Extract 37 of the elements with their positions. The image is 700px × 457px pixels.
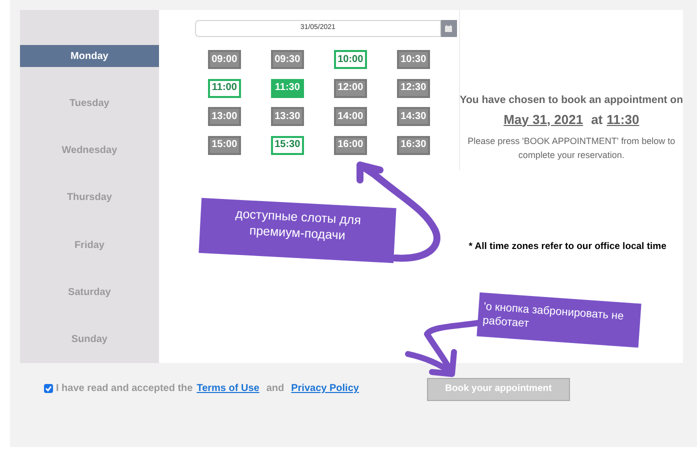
time-slot[interactable]: 14:30 (396, 107, 430, 126)
calendar-button[interactable] (440, 20, 457, 37)
chosen-time: 11:30 (606, 110, 640, 128)
time-slot[interactable]: 15:00 (208, 136, 241, 154)
consent-text: I have read and accepted the (56, 382, 193, 396)
day-tab[interactable]: Sunday (20, 328, 159, 351)
time-slot[interactable]: 11:30 (270, 78, 304, 98)
time-slot[interactable]: 16:30 (396, 136, 430, 154)
at-label: at (591, 110, 603, 128)
day-tab[interactable]: Thursday (20, 186, 159, 209)
time-slot[interactable]: 11:00 (208, 78, 241, 98)
time-slot[interactable]: 12:00 (334, 78, 367, 98)
time-slot[interactable]: 12:30 (396, 78, 430, 98)
terms-link[interactable]: Terms of Use (196, 381, 260, 396)
timezone-note: * All time zones refer to our office local time (468, 240, 668, 254)
time-slot[interactable]: 16:00 (334, 136, 367, 154)
consent-checkbox[interactable] (44, 384, 53, 393)
time-slot[interactable]: 15:30 (270, 136, 304, 154)
day-tab[interactable]: Monday (20, 45, 159, 67)
day-tab[interactable]: Tuesday (20, 92, 159, 114)
time-slot[interactable]: 14:00 (334, 107, 367, 126)
calendar-icon (445, 25, 452, 32)
day-tab[interactable]: Friday (20, 234, 159, 256)
time-slot[interactable]: 10:00 (334, 50, 367, 69)
privacy-link[interactable]: Privacy Policy (291, 381, 359, 396)
chosen-date: May 31, 2021 (504, 110, 584, 129)
time-slot[interactable]: 13:30 (270, 107, 304, 126)
summary-heading: You have chosen to book an appointment on (460, 92, 683, 108)
and-label: and (266, 382, 284, 396)
time-slot[interactable]: 09:30 (270, 50, 304, 69)
time-slot[interactable]: 09:00 (208, 50, 241, 69)
time-slot[interactable]: 13:00 (208, 107, 241, 126)
instruction-text: Please press 'BOOK APPOINTMENT' from below to complete your reservation. (466, 135, 676, 162)
checkmark-icon (45, 385, 52, 392)
time-slot[interactable]: 10:30 (396, 50, 430, 69)
day-tab[interactable]: Wednesday (20, 140, 159, 162)
day-tab[interactable]: Saturday (20, 281, 159, 304)
